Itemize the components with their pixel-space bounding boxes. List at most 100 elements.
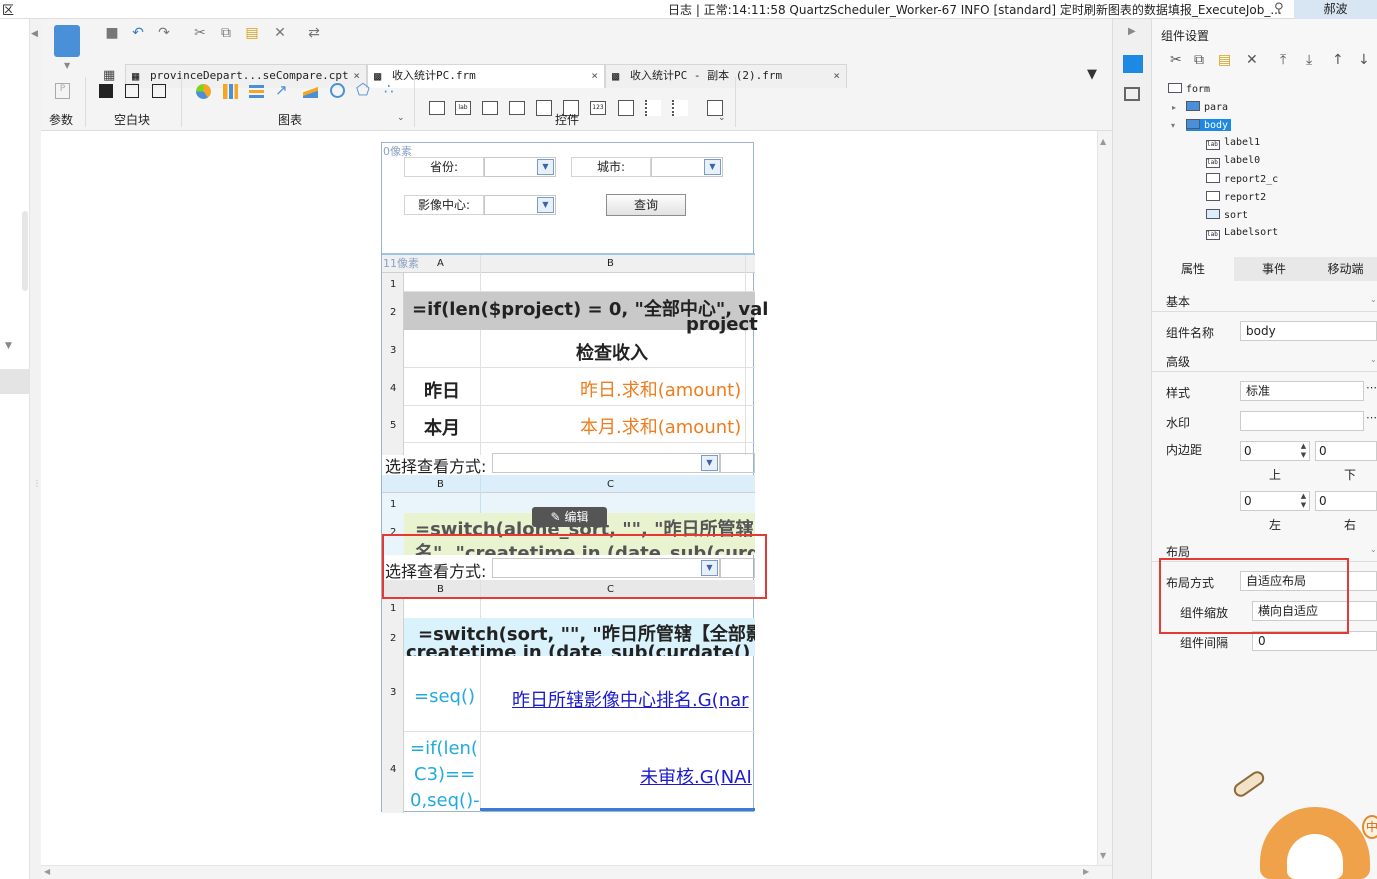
row-header[interactable]: 3 [390,345,396,356]
cut-icon[interactable]: ✂ [1170,52,1182,68]
delete-icon[interactable]: ✕ [271,24,289,42]
cell-b3[interactable]: =seq() [414,686,475,707]
padding-top-input[interactable]: 0 ▲ ▼ [1240,441,1310,461]
splitter-grip-icon[interactable]: ⋮ [33,479,41,488]
button-widget-icon[interactable] [482,101,498,115]
more-icon[interactable]: ⋯ [1366,381,1377,394]
tree-node-para[interactable]: para [1186,101,1228,113]
collapse-arrow-icon[interactable]: ▾ [1171,121,1175,130]
copy-icon[interactable]: ⧉ [217,24,235,42]
textarea-widget-icon[interactable] [618,100,634,116]
move-down-icon[interactable]: ↓ [1358,52,1370,68]
padding-right-input[interactable]: 0 [1315,491,1377,511]
parameter-icon[interactable]: P [55,83,70,99]
dropdown-icon[interactable]: ▼ [704,159,721,175]
cell-b3-title[interactable]: 检查收入 [576,339,648,365]
cut-icon[interactable]: ✂ [191,24,209,42]
tab-block-icon[interactable] [125,84,139,98]
collapse-left-icon[interactable]: ◀ [31,29,38,39]
move-bottom-icon[interactable]: ⤓ [1306,52,1312,68]
tab-properties[interactable]: 属性 [1152,257,1234,281]
tree-node-labelsort[interactable]: lab Labelsort [1206,227,1278,240]
alone-sort-combo[interactable]: ▼ [492,453,720,473]
horizontal-scrollbar[interactable]: ◀ ▶ [41,865,1112,879]
area-chart-icon[interactable] [303,85,318,98]
cell-a2-merged[interactable]: =if(len($project) = 0, "全部中心", val proje… [404,292,768,335]
tree-node-report2[interactable]: report2 [1206,191,1266,203]
scroll-down-icon[interactable]: ▼ [1100,851,1106,860]
dropdown-icon[interactable]: ▼ [701,455,718,471]
tree-node-label0[interactable]: lab label0 [1206,155,1260,168]
pie-chart-icon[interactable] [196,84,211,99]
watermark-input[interactable] [1240,411,1364,431]
scroll-up-icon[interactable]: ▲ [1100,137,1106,146]
radio-group-icon[interactable] [645,100,661,116]
tab-mobile[interactable]: 移动端 [1314,257,1377,281]
tab-events[interactable]: 事件 [1234,257,1314,281]
row-header[interactable]: 3 [390,687,396,698]
cell-a4[interactable]: 昨日 [424,377,460,403]
redo-icon[interactable]: ↷ [155,24,173,42]
close-icon[interactable]: × [591,65,598,87]
scatter-chart-icon[interactable]: ∴ [384,80,394,98]
left-scroll-thumb[interactable] [22,211,28,291]
name-input[interactable]: body [1240,321,1377,341]
save-icon[interactable]: ■ [103,24,121,42]
chevron-down-icon[interactable]: ⌄ [718,113,726,123]
expand-arrow-icon[interactable]: ▸ [1172,103,1176,112]
radar-chart-icon[interactable]: ⬠ [356,80,370,99]
line-chart-icon[interactable]: ↗ [275,81,288,99]
grid-block-icon[interactable] [152,84,166,98]
row-header[interactable]: 5 [390,420,396,431]
cell-b4-line1[interactable]: =if(len( [410,738,478,759]
cell-b4-line3[interactable]: 0,seq()- [410,790,480,811]
section-advanced[interactable]: 高级 [1166,353,1190,370]
province-combo[interactable]: ▼ [484,157,556,177]
city-combo[interactable]: ▼ [651,157,723,177]
edit-badge[interactable]: ✎ 编辑 [532,507,607,527]
left-panel-tab[interactable] [0,369,29,394]
tab-income-pc-copy[interactable]: ▩ 收入统计PC - 副本 (2).frm × [605,64,847,88]
number-widget-icon[interactable]: 123 [590,101,606,115]
chevron-down-icon[interactable]: ⌄ [1370,355,1377,364]
left-splitter[interactable]: ◀ ⋮ [30,19,41,879]
widget-library-icon[interactable] [1124,87,1140,101]
chevron-down-icon[interactable]: ▼ [5,341,12,351]
row-header[interactable]: 1 [390,499,396,510]
search-icon[interactable]: ⚲ [1274,1,1284,16]
cell-a5[interactable]: 本月 [424,414,460,440]
checkbox-group-icon[interactable] [536,100,552,116]
user-name[interactable]: 郝波 [1294,0,1377,19]
widget-settings-icon[interactable] [1123,55,1143,73]
center-combo[interactable]: ▼ [484,195,556,215]
undo-icon[interactable]: ↶ [129,24,147,42]
label-widget-icon[interactable] [429,101,445,115]
tree-node-form[interactable]: form [1168,83,1210,95]
row-header[interactable]: 4 [390,764,396,775]
column-header-a[interactable]: A [437,258,444,269]
row-header[interactable]: 1 [390,603,396,614]
column-header-b[interactable]: B [607,258,614,269]
widget-gap-input[interactable]: 0 [1252,631,1377,651]
copy-icon[interactable]: ⧉ [1194,52,1204,68]
switch-icon[interactable]: ⇄ [305,24,323,42]
cell-b4[interactable]: 昨日.求和(amount) [580,376,741,402]
chevron-down-icon[interactable]: ⌄ [1370,295,1377,304]
dropdown-icon[interactable]: ▼ [537,159,554,175]
delete-icon[interactable]: ✕ [1246,52,1258,68]
paste-icon[interactable]: ▤ [243,24,261,42]
style-input[interactable]: 标准 [1240,381,1364,401]
text-widget-icon[interactable]: lab [455,101,471,115]
more-icon[interactable]: ⋯ [1366,411,1377,424]
dropdown-icon[interactable]: ▼ [537,197,554,213]
row-header[interactable]: 4 [390,383,396,394]
cell-b5[interactable]: 本月.求和(amount) [580,413,741,439]
gauge-chart-icon[interactable] [330,83,345,98]
scroll-left-icon[interactable]: ◀ [44,867,50,876]
padding-left-input[interactable]: 0 ▲ ▼ [1240,491,1310,511]
row-header[interactable]: 1 [390,279,396,290]
report-grid-1[interactable]: 11像素 A B 1 2 3 4 5 =if(len($project) = 0… [382,253,768,455]
combo-widget-icon[interactable] [509,101,525,115]
spinner-icon[interactable]: ▲ ▼ [1298,492,1309,510]
tree-node-label1[interactable]: lab label1 [1206,137,1260,150]
